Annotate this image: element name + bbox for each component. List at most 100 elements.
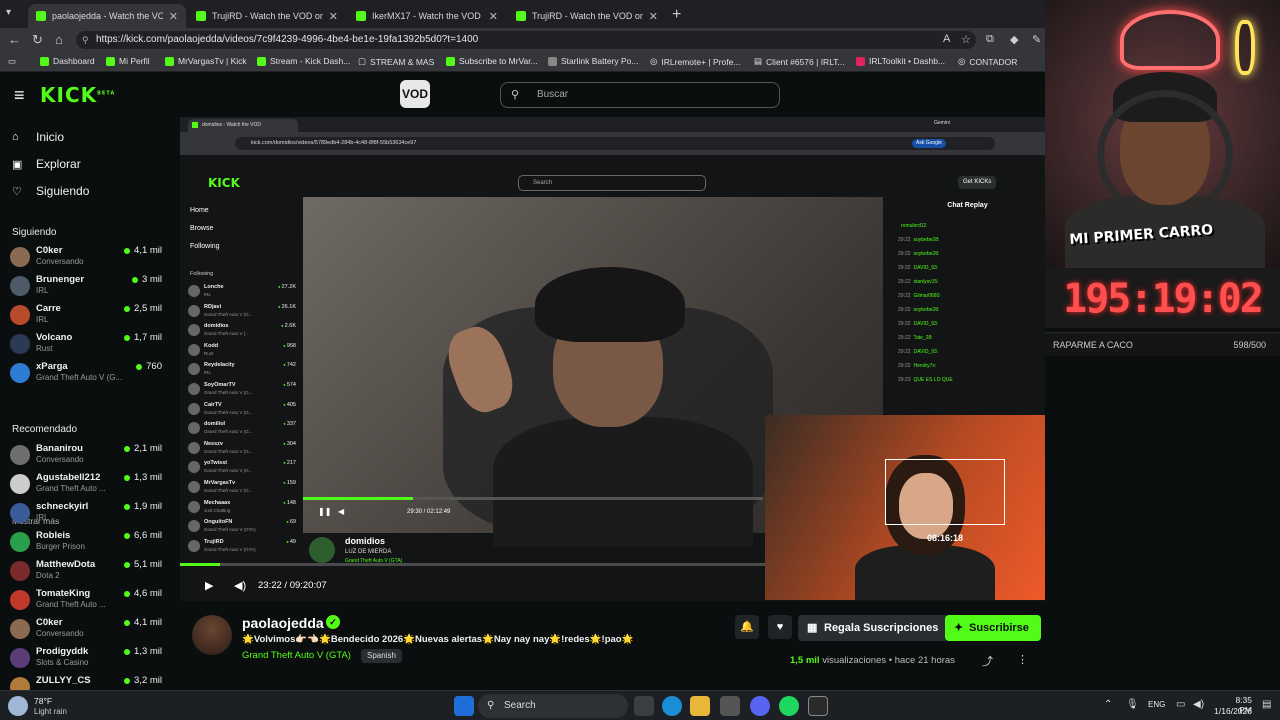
url-field[interactable]: ⚲ https://kick.com/paolaojedda/videos/7c… xyxy=(76,31,976,49)
extension-icon[interactable]: ◆ xyxy=(1010,33,1018,46)
discord-icon[interactable] xyxy=(750,696,770,716)
facecam-overlay-2: 08:16:18 xyxy=(765,415,1045,600)
channel-avatar[interactable] xyxy=(192,615,232,655)
channel-item[interactable]: Bananirou Conversando 2,1 mil xyxy=(10,443,162,471)
bookmark[interactable]: ▤ Client #6576 | IRLT... xyxy=(754,56,845,67)
channel-item[interactable]: xParga Grand Theft Auto V (G... 760 xyxy=(10,361,162,389)
inner-channel-item: KoddRust 958 xyxy=(188,342,296,361)
tab-list-icon[interactable]: ▾ xyxy=(6,7,11,18)
bookmark[interactable]: Starlink Battery Po... xyxy=(548,56,638,66)
goal-bar: RAPARME A CACO 598/500 xyxy=(1045,332,1280,356)
notifications-icon[interactable]: ▤ xyxy=(1262,699,1271,710)
stream-category-link[interactable]: Grand Theft Auto V (GTA) xyxy=(242,650,351,661)
gift-subscriptions-button[interactable]: ▦ Regala Suscripciones xyxy=(798,615,949,641)
channel-name: Reydelacity xyxy=(204,362,235,369)
channel-item[interactable]: Agustabell212 Grand Theft Auto ... 1,3 mil xyxy=(10,472,162,500)
settings-app-icon[interactable] xyxy=(720,696,740,716)
nav-siguiendo[interactable]: ♡ Siguiendo xyxy=(12,184,89,198)
channel-item[interactable]: TomateKing Grand Theft Auto ... 4,6 mil xyxy=(10,588,162,616)
vod-extension-icon[interactable]: VOD xyxy=(400,80,430,108)
irltoolkit-icon xyxy=(856,56,865,66)
copilot-icon[interactable]: ✎ xyxy=(1032,33,1041,46)
bookmark[interactable]: MrVargasTv | Kick xyxy=(165,56,247,66)
subscribe-button[interactable]: ✦ Suscribirse xyxy=(945,615,1041,641)
inner-channel-item: CairTVGrand Theft Auto V (G... 405 xyxy=(188,401,296,420)
speaker-icon[interactable]: ◀) xyxy=(1193,699,1204,710)
taskbar-search[interactable]: ⚲ Search xyxy=(478,694,628,718)
bookmarks-menu-icon[interactable]: ▭ xyxy=(8,56,16,67)
windows-start-icon[interactable] xyxy=(454,696,474,716)
bookmark[interactable]: Subscribe to MrVar... xyxy=(446,56,538,66)
task-view-icon[interactable] xyxy=(634,696,654,716)
neon-banana xyxy=(1235,20,1255,75)
channel-name: yoTwisst xyxy=(204,460,228,467)
file-explorer-icon[interactable] xyxy=(690,696,710,716)
browser-tab[interactable]: paolaojedda - Watch the VOD on Kick ✕ xyxy=(28,4,186,28)
cam2-timestamp: 08:16:18 xyxy=(927,533,964,543)
goal-count: 598/500 xyxy=(1233,340,1266,350)
reload-icon[interactable]: ↻ xyxy=(32,32,43,48)
nav-inicio[interactable]: ⌂ Inicio xyxy=(12,130,64,144)
volume-icon[interactable]: ◀) xyxy=(234,579,246,592)
notification-bell-icon[interactable]: 🔔 xyxy=(735,615,759,639)
channel-name: Kodd xyxy=(204,342,219,349)
edge-icon[interactable] xyxy=(662,696,682,716)
taskbar-search-label: Search xyxy=(504,700,536,711)
close-tab-icon[interactable]: ✕ xyxy=(329,10,338,23)
chat-user: DAVID_93: xyxy=(913,321,939,327)
browser-tab[interactable]: TrujiRD - Watch the VOD on Kick ✕ xyxy=(188,4,346,28)
channel-item[interactable]: schneckyirl IRL 1,9 mil xyxy=(10,501,162,529)
bookmark-folder[interactable]: ▢ STREAM & MAS xyxy=(358,56,434,67)
site-info-icon[interactable]: ⚲ xyxy=(82,31,89,49)
microphone-icon[interactable]: 🎙 xyxy=(1126,699,1139,710)
channel-item[interactable]: C0ker Conversando 4,1 mil xyxy=(10,617,162,645)
play-icon[interactable]: ▶ xyxy=(205,579,213,592)
obs-icon[interactable] xyxy=(808,696,828,716)
network-icon[interactable]: ▭ xyxy=(1176,699,1185,710)
share-icon[interactable]: ⤴ xyxy=(982,653,993,669)
close-tab-icon[interactable]: ✕ xyxy=(649,10,658,23)
channel-item[interactable]: Prodigyddk Slots & Casino 1,3 mil xyxy=(10,646,162,674)
input-language[interactable]: ENG xyxy=(1148,700,1165,709)
nav-label: Siguiendo xyxy=(36,184,90,198)
bookmark[interactable]: ◎ IRLremote+ | Profe... xyxy=(650,56,740,67)
avatar xyxy=(188,500,200,513)
bookmark[interactable]: Stream - Kick Dash... xyxy=(257,56,350,66)
new-tab-icon[interactable]: + xyxy=(672,6,681,24)
close-tab-icon[interactable]: ✕ xyxy=(169,10,178,23)
channel-category: IRL xyxy=(204,292,212,297)
kick-logo[interactable]: KICKBETA xyxy=(40,83,115,107)
favorite-star-icon[interactable]: ☆ xyxy=(961,33,971,46)
back-icon[interactable]: ← xyxy=(8,32,21,47)
inner-progress-bar xyxy=(303,497,763,500)
channel-item[interactable]: Volcano Rust 1,7 mil xyxy=(10,332,162,360)
more-options-icon[interactable]: ⋮ xyxy=(1017,653,1028,666)
channel-item[interactable]: Robleis Burger Prison 6,6 mil xyxy=(10,530,162,558)
language-tag[interactable]: Spanish xyxy=(361,649,402,663)
bookmark[interactable]: IRLToolkit • Dashb... xyxy=(856,56,945,66)
bookmark[interactable]: Dashboard xyxy=(40,56,95,66)
tray-overflow-icon[interactable]: ⌃ xyxy=(1104,699,1112,710)
channel-name[interactable]: paolaojedda xyxy=(242,615,324,631)
home-icon[interactable]: ⌂ xyxy=(55,32,63,47)
clock-date[interactable]: 1/16/2026 xyxy=(1212,706,1252,716)
spotify-icon[interactable] xyxy=(779,696,799,716)
channel-item[interactable]: C0ker Conversando 4,1 mil xyxy=(10,245,162,273)
bookmark-label: MrVargasTv | Kick xyxy=(178,56,247,66)
close-tab-icon[interactable]: ✕ xyxy=(489,10,498,23)
browser-tab[interactable]: IkerMX17 - Watch the VOD on Kick ✕ xyxy=(348,4,506,28)
extensions-icon[interactable]: ⧉ xyxy=(986,33,994,46)
browser-tab[interactable]: TrujiRD - Watch the VOD on Kick ✕ xyxy=(508,4,666,28)
search-input[interactable]: ⚲ Buscar xyxy=(500,82,780,108)
bookmark[interactable]: Mi Perfil xyxy=(106,56,150,66)
follow-heart-icon[interactable]: ♥ xyxy=(768,615,792,639)
inner-sidebar: Home Browse Following Following Lonche IR… xyxy=(180,195,302,575)
hamburger-menu-icon[interactable]: ≡ xyxy=(14,85,25,106)
nav-explorar[interactable]: ▣ Explorar xyxy=(12,157,81,171)
bookmark[interactable]: ◎ CONTADOR xyxy=(958,56,1017,67)
read-aloud-icon[interactable]: A xyxy=(943,33,950,45)
channel-item[interactable]: Brunenger IRL 3 mil xyxy=(10,274,162,302)
kick-favicon-icon xyxy=(165,56,174,66)
channel-item[interactable]: MatthewDota Dota 2 5,1 mil xyxy=(10,559,162,587)
channel-item[interactable]: Carre IRL 2,5 mil xyxy=(10,303,162,331)
